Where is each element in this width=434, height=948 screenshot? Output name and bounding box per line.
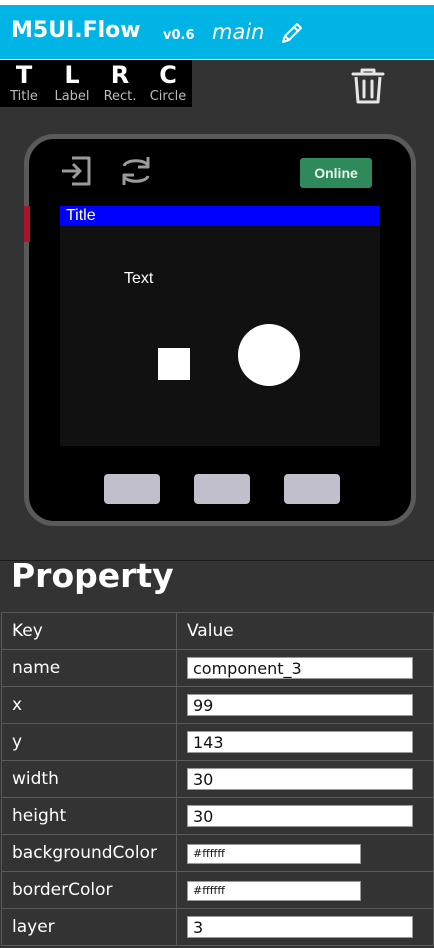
pencil-icon[interactable] bbox=[279, 20, 305, 46]
tool-letter: T bbox=[15, 61, 33, 89]
sign-in-icon[interactable] bbox=[58, 153, 94, 189]
column-header-value: Value bbox=[176, 612, 434, 650]
sync-icon[interactable] bbox=[118, 153, 154, 189]
app-version: v0.6 bbox=[163, 28, 195, 43]
table-row: width bbox=[1, 760, 434, 798]
table-row: height bbox=[1, 797, 434, 835]
property-key: name bbox=[1, 649, 177, 687]
height-input[interactable] bbox=[187, 805, 413, 827]
hardware-button-c[interactable] bbox=[284, 474, 340, 504]
property-key: borderColor bbox=[1, 871, 177, 909]
tool-label: Circle bbox=[149, 89, 187, 104]
screen-circle-component[interactable] bbox=[238, 324, 300, 386]
tool-letter: L bbox=[64, 61, 80, 89]
header-bar: M5UI.Flow v0.6 main bbox=[0, 5, 434, 59]
table-header-row: Key Value bbox=[1, 612, 434, 650]
device-screen: Title Text bbox=[60, 206, 380, 446]
tool-label: Rect. bbox=[103, 89, 137, 104]
property-value-cell bbox=[176, 686, 434, 724]
tool-letter: R bbox=[110, 61, 130, 89]
tool-rect-button[interactable]: R Rect. bbox=[96, 60, 144, 107]
table-row: layer bbox=[1, 908, 434, 946]
tool-circle-button[interactable]: C Circle bbox=[144, 60, 192, 107]
tool-label-button[interactable]: L Label bbox=[48, 60, 96, 107]
property-value-cell bbox=[176, 797, 434, 835]
screen-rect-component[interactable] bbox=[158, 348, 190, 380]
trash-icon[interactable] bbox=[350, 65, 386, 105]
layer-input[interactable] bbox=[187, 916, 413, 938]
tool-title-button[interactable]: T Title bbox=[0, 60, 48, 107]
property-key: height bbox=[1, 797, 177, 835]
background-color-input[interactable] bbox=[187, 843, 361, 864]
flow-name: main bbox=[212, 20, 265, 44]
screen-title-component[interactable]: Title bbox=[60, 206, 380, 226]
y-input[interactable] bbox=[187, 731, 413, 753]
property-key: y bbox=[1, 723, 177, 761]
status-badge[interactable]: Online bbox=[300, 158, 372, 188]
screen-label-component[interactable]: Text bbox=[124, 270, 153, 288]
component-toolbar: T Title L Label R Rect. C Circle bbox=[0, 60, 434, 110]
property-key: backgroundColor bbox=[1, 834, 177, 872]
tool-letter: C bbox=[159, 61, 177, 89]
property-value-cell bbox=[176, 834, 434, 872]
device-side-tab bbox=[24, 206, 30, 242]
hardware-button-b[interactable] bbox=[194, 474, 250, 504]
property-key: x bbox=[1, 686, 177, 724]
width-input[interactable] bbox=[187, 768, 413, 790]
tool-label: Label bbox=[54, 89, 90, 104]
name-input[interactable] bbox=[187, 657, 413, 679]
app-header: M5UI.Flow v0.6 main bbox=[0, 0, 434, 62]
property-value-cell bbox=[176, 723, 434, 761]
property-value-cell bbox=[176, 908, 434, 946]
border-color-input[interactable] bbox=[187, 880, 361, 901]
table-row: borderColor bbox=[1, 871, 434, 909]
x-input[interactable] bbox=[187, 694, 413, 716]
table-row: x bbox=[1, 686, 434, 724]
table-row: backgroundColor bbox=[1, 834, 434, 872]
app-name: M5UI.Flow bbox=[11, 18, 141, 43]
hardware-button-a[interactable] bbox=[104, 474, 160, 504]
property-value-cell bbox=[176, 760, 434, 798]
property-value-cell bbox=[176, 649, 434, 687]
property-value-cell bbox=[176, 871, 434, 909]
column-header-key: Key bbox=[1, 612, 177, 650]
table-row: name bbox=[1, 649, 434, 687]
property-key: width bbox=[1, 760, 177, 798]
property-key: layer bbox=[1, 908, 177, 946]
property-table: Key Value name x y width height backgrou… bbox=[1, 612, 434, 946]
table-row: y bbox=[1, 723, 434, 761]
property-heading: Property bbox=[11, 556, 174, 595]
tool-label: Title bbox=[10, 89, 38, 104]
